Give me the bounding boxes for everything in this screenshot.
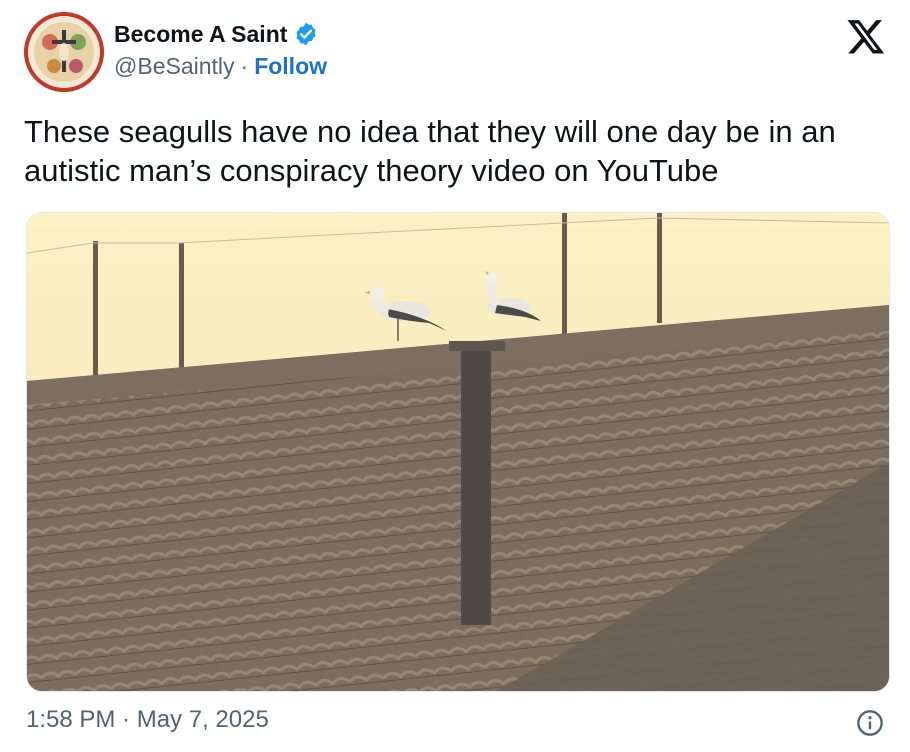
x-logo-icon[interactable] — [846, 16, 886, 56]
info-icon[interactable] — [856, 709, 884, 737]
video-thumbnail — [27, 213, 889, 691]
tweet-text: These seagulls have no idea that they wi… — [24, 114, 836, 188]
separator-dot: · — [240, 52, 249, 79]
author-info: Become A Saint @BeSaintly · Follow — [114, 18, 327, 82]
handle[interactable]: @BeSaintly — [114, 53, 235, 80]
tweet-video[interactable] — [26, 212, 890, 692]
avatar[interactable] — [24, 12, 104, 92]
verified-badge-icon — [296, 22, 316, 46]
display-name[interactable]: Become A Saint — [114, 21, 287, 48]
tweet-timestamp[interactable]: 1:58 PM · May 7, 2025 — [26, 706, 269, 734]
follow-button[interactable]: Follow — [254, 53, 327, 80]
tweet-header: Become A Saint @BeSaintly · Follow — [24, 12, 886, 94]
